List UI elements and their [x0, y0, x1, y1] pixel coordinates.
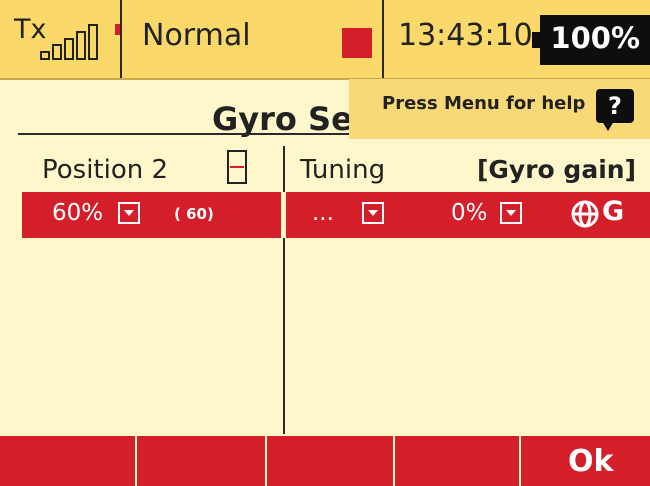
- status-divider: [382, 0, 384, 78]
- status-divider: [120, 0, 122, 78]
- globe-icon: [571, 200, 599, 228]
- help-icon-tail: [602, 121, 614, 131]
- battery-level: 100%: [550, 21, 640, 55]
- signal-bar-1: [40, 51, 50, 60]
- ok-button[interactable]: Ok: [568, 444, 613, 479]
- gyro-gain-value[interactable]: 0%: [451, 200, 488, 226]
- gain-raw-value: ( 60): [174, 205, 214, 223]
- gain-dropdown-icon[interactable]: [118, 202, 140, 224]
- help-icon: ?: [596, 89, 634, 123]
- help-tooltip: Press Menu for help ?: [349, 79, 650, 139]
- gyro-gain-header: [Gyro gain]: [476, 155, 636, 184]
- signal-bars-icon: [40, 24, 110, 60]
- row-gap: [281, 192, 286, 238]
- status-bar: Tx Normal 13:43:10 100%: [0, 0, 650, 80]
- clock-time: 13:43:10: [398, 18, 533, 53]
- signal-bar-5: [88, 24, 98, 60]
- tuning-header: Tuning: [300, 155, 386, 185]
- tuning-dropdown-icon[interactable]: [362, 202, 384, 224]
- trim-indicator: [342, 28, 372, 58]
- tx-signal-indicator: Tx: [14, 14, 120, 64]
- battery-icon: 100%: [540, 15, 650, 65]
- switch-mark: [230, 166, 244, 168]
- gain-value[interactable]: 60%: [52, 200, 103, 226]
- softkey-divider: [519, 436, 521, 486]
- gyro-settings-row[interactable]: 60% ( 60) ... 0% G: [22, 192, 650, 238]
- position-header: Position 2: [42, 155, 169, 185]
- softkey-bar: Ok: [0, 436, 650, 486]
- flight-mode-label[interactable]: Normal: [142, 18, 251, 53]
- help-tooltip-text: Press Menu for help: [382, 93, 586, 114]
- signal-bar-3: [64, 38, 74, 60]
- tuning-value[interactable]: ...: [312, 200, 334, 226]
- switch-position-icon: [227, 150, 247, 184]
- column-divider: [283, 146, 285, 434]
- gyro-icon: G: [570, 196, 640, 230]
- signal-bar-2: [52, 44, 62, 60]
- softkey-divider: [265, 436, 267, 486]
- gyro-g-label: G: [602, 196, 625, 227]
- signal-bar-4: [76, 31, 86, 60]
- softkey-divider: [393, 436, 395, 486]
- gyro-gain-dropdown-icon[interactable]: [500, 202, 522, 224]
- softkey-divider: [135, 436, 137, 486]
